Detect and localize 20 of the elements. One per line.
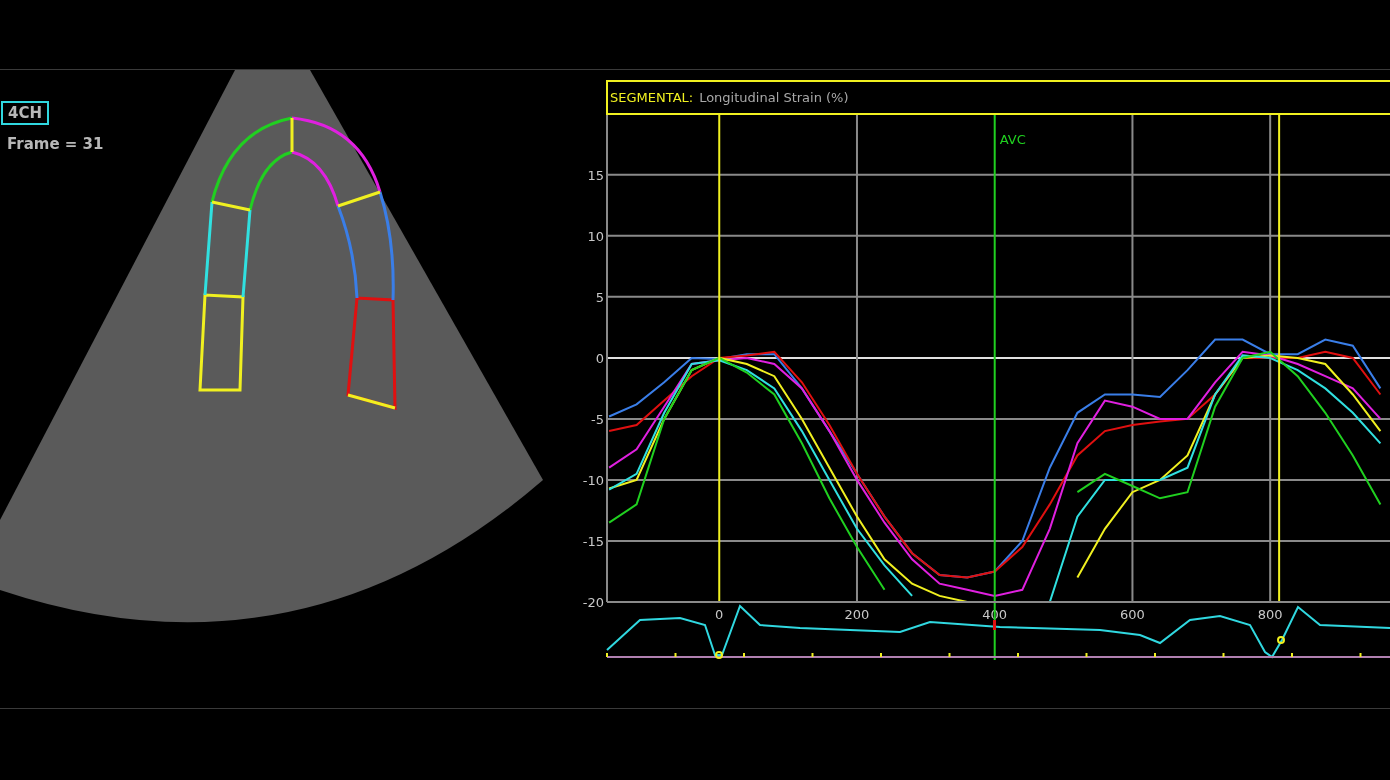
y-tick-label: -10 [582, 472, 604, 488]
x-tick-label: 200 [844, 607, 870, 622]
frame-counter: Frame = 31 [6, 135, 104, 153]
analysis-mode-label: SEGMENTAL: [610, 90, 694, 105]
ecg-marker-icon [1277, 636, 1285, 644]
y-tick-label: -20 [582, 595, 604, 610]
event-marker-label: AVC [999, 132, 1026, 147]
time-cursor-icon [993, 620, 996, 630]
y-tick-label: 15 [587, 167, 604, 183]
y-tick-label: -15 [582, 533, 604, 549]
view-label: 4CH [1, 101, 49, 125]
y-tick-label: 5 [595, 289, 604, 305]
x-tick-label: 0 [715, 607, 724, 622]
x-tick-label: 800 [1257, 607, 1283, 622]
y-tick-label: 0 [595, 350, 604, 366]
x-tick-label: 600 [1120, 607, 1145, 622]
chart-title: Longitudinal Strain (%) [699, 90, 849, 105]
y-tick-label: 10 [587, 228, 604, 244]
ecg-marker-icon [715, 651, 723, 659]
y-tick-label: -5 [591, 411, 604, 427]
